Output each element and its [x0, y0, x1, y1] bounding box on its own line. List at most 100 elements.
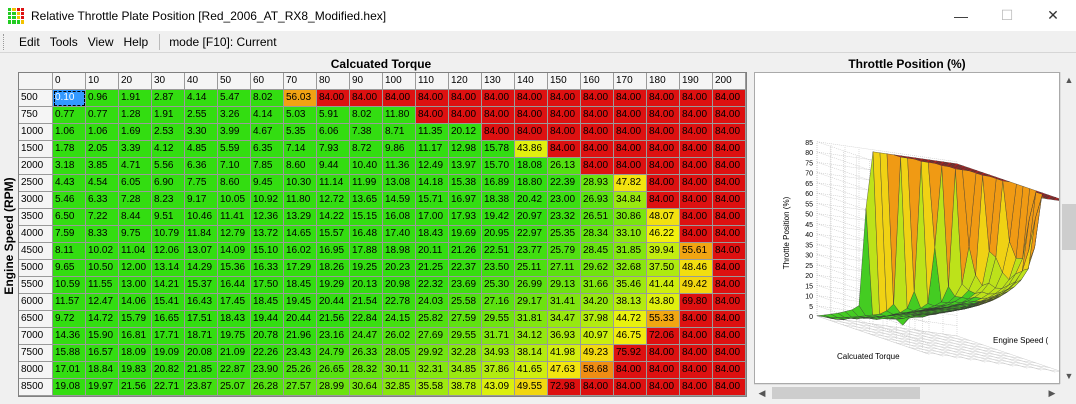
- table-cell[interactable]: 18.45: [251, 294, 284, 311]
- table-cell[interactable]: 22.87: [218, 362, 251, 379]
- table-cell[interactable]: 84.00: [680, 107, 713, 124]
- table-cell[interactable]: 84.00: [416, 90, 449, 107]
- table-cell[interactable]: 25.11: [515, 260, 548, 277]
- table-cell[interactable]: 84.00: [416, 107, 449, 124]
- table-cell[interactable]: 40.97: [581, 328, 614, 345]
- table-cell[interactable]: 27.59: [449, 311, 482, 328]
- table-cell[interactable]: 1.06: [86, 124, 119, 141]
- table-cell[interactable]: 26.51: [581, 209, 614, 226]
- row-header[interactable]: 7500: [19, 345, 53, 362]
- table-cell[interactable]: 6.06: [317, 124, 350, 141]
- column-header[interactable]: 90: [350, 73, 383, 90]
- column-header[interactable]: 70: [284, 73, 317, 90]
- table-cell[interactable]: 84.00: [317, 90, 350, 107]
- table-cell[interactable]: 16.02: [284, 243, 317, 260]
- table-cell[interactable]: 12.98: [449, 141, 482, 158]
- table-cell[interactable]: 84.00: [713, 379, 746, 396]
- table-cell[interactable]: 2.53: [152, 124, 185, 141]
- table-cell[interactable]: 84.00: [713, 260, 746, 277]
- table-cell[interactable]: 37.86: [482, 362, 515, 379]
- menu-help[interactable]: Help: [119, 35, 154, 49]
- table-cell[interactable]: 13.65: [350, 192, 383, 209]
- table-cell[interactable]: 26.28: [251, 379, 284, 396]
- row-header[interactable]: 1500: [19, 141, 53, 158]
- table-cell[interactable]: 18.38: [482, 192, 515, 209]
- column-header[interactable]: 0: [53, 73, 86, 90]
- table-cell[interactable]: 23.16: [317, 328, 350, 345]
- table-cell[interactable]: 21.26: [449, 243, 482, 260]
- table-cell[interactable]: 84.00: [713, 158, 746, 175]
- table-cell[interactable]: 84.00: [614, 158, 647, 175]
- row-header[interactable]: 6500: [19, 311, 53, 328]
- table-cell[interactable]: 26.02: [383, 328, 416, 345]
- table-cell[interactable]: 84.00: [680, 158, 713, 175]
- table-cell[interactable]: 15.88: [53, 345, 86, 362]
- table-cell[interactable]: 84.00: [713, 90, 746, 107]
- table-cell[interactable]: 15.90: [86, 328, 119, 345]
- table-cell[interactable]: 14.22: [317, 209, 350, 226]
- table-cell[interactable]: 24.79: [317, 345, 350, 362]
- table-cell[interactable]: 17.40: [383, 226, 416, 243]
- table-cell[interactable]: 8.60: [218, 175, 251, 192]
- table-cell[interactable]: 23.90: [251, 362, 284, 379]
- table-cell[interactable]: 9.44: [317, 158, 350, 175]
- table-cell[interactable]: 84.00: [482, 124, 515, 141]
- row-header[interactable]: 5000: [19, 260, 53, 277]
- table-cell[interactable]: 0.77: [53, 107, 86, 124]
- table-cell[interactable]: 14.36: [53, 328, 86, 345]
- column-header[interactable]: 190: [680, 73, 713, 90]
- table-cell[interactable]: 15.15: [350, 209, 383, 226]
- table-cell[interactable]: 3.85: [86, 158, 119, 175]
- table-cell[interactable]: 19.44: [251, 311, 284, 328]
- table-cell[interactable]: 17.01: [53, 362, 86, 379]
- table-cell[interactable]: 27.69: [416, 328, 449, 345]
- table-cell[interactable]: 84.00: [515, 124, 548, 141]
- table-cell[interactable]: 34.47: [548, 311, 581, 328]
- table-cell[interactable]: 48.07: [647, 209, 680, 226]
- table-cell[interactable]: 4.43: [53, 175, 86, 192]
- table-cell[interactable]: 0.96: [86, 90, 119, 107]
- table-cell[interactable]: 3.26: [218, 107, 251, 124]
- table-cell[interactable]: 31.85: [614, 243, 647, 260]
- table-cell[interactable]: 2.55: [185, 107, 218, 124]
- table-cell[interactable]: 29.17: [515, 294, 548, 311]
- table-cell[interactable]: 56.03: [284, 90, 317, 107]
- table-cell[interactable]: 3.99: [218, 124, 251, 141]
- table-cell[interactable]: 84.00: [647, 345, 680, 362]
- table-cell[interactable]: 20.08: [185, 345, 218, 362]
- table-cell[interactable]: 10.30: [284, 175, 317, 192]
- table-cell[interactable]: 18.43: [416, 226, 449, 243]
- table-cell[interactable]: 84.00: [713, 107, 746, 124]
- table-cell[interactable]: 84.00: [614, 379, 647, 396]
- table-cell[interactable]: 13.72: [251, 226, 284, 243]
- table-cell[interactable]: 22.71: [152, 379, 185, 396]
- table-cell[interactable]: 37.98: [581, 311, 614, 328]
- table-cell[interactable]: 23.00: [548, 192, 581, 209]
- table-cell[interactable]: 84.00: [680, 379, 713, 396]
- table-cell[interactable]: 10.40: [350, 158, 383, 175]
- table-cell[interactable]: 32.68: [614, 260, 647, 277]
- table-cell[interactable]: 34.20: [581, 294, 614, 311]
- table-cell[interactable]: 20.11: [416, 243, 449, 260]
- table-cell[interactable]: 16.95: [317, 243, 350, 260]
- table-cell[interactable]: 1.91: [119, 90, 152, 107]
- table-cell[interactable]: 15.57: [317, 226, 350, 243]
- table-cell[interactable]: 84.00: [581, 379, 614, 396]
- table-cell[interactable]: 11.17: [416, 141, 449, 158]
- table-cell[interactable]: 18.80: [515, 175, 548, 192]
- table-cell[interactable]: 1.28: [119, 107, 152, 124]
- table-cell[interactable]: 31.81: [515, 311, 548, 328]
- table-cell[interactable]: 1.78: [53, 141, 86, 158]
- table-cell[interactable]: 22.51: [482, 243, 515, 260]
- table-cell[interactable]: 49.42: [680, 277, 713, 294]
- table-cell[interactable]: 84.00: [383, 90, 416, 107]
- table-cell[interactable]: 11.99: [350, 175, 383, 192]
- table-cell[interactable]: 27.16: [482, 294, 515, 311]
- table-cell[interactable]: 17.51: [185, 311, 218, 328]
- minimize-button[interactable]: —: [938, 0, 984, 31]
- table-cell[interactable]: 84.00: [713, 192, 746, 209]
- row-header[interactable]: 8500: [19, 379, 53, 396]
- table-cell[interactable]: 17.88: [350, 243, 383, 260]
- table-cell[interactable]: 9.65: [53, 260, 86, 277]
- table-cell[interactable]: 15.78: [482, 141, 515, 158]
